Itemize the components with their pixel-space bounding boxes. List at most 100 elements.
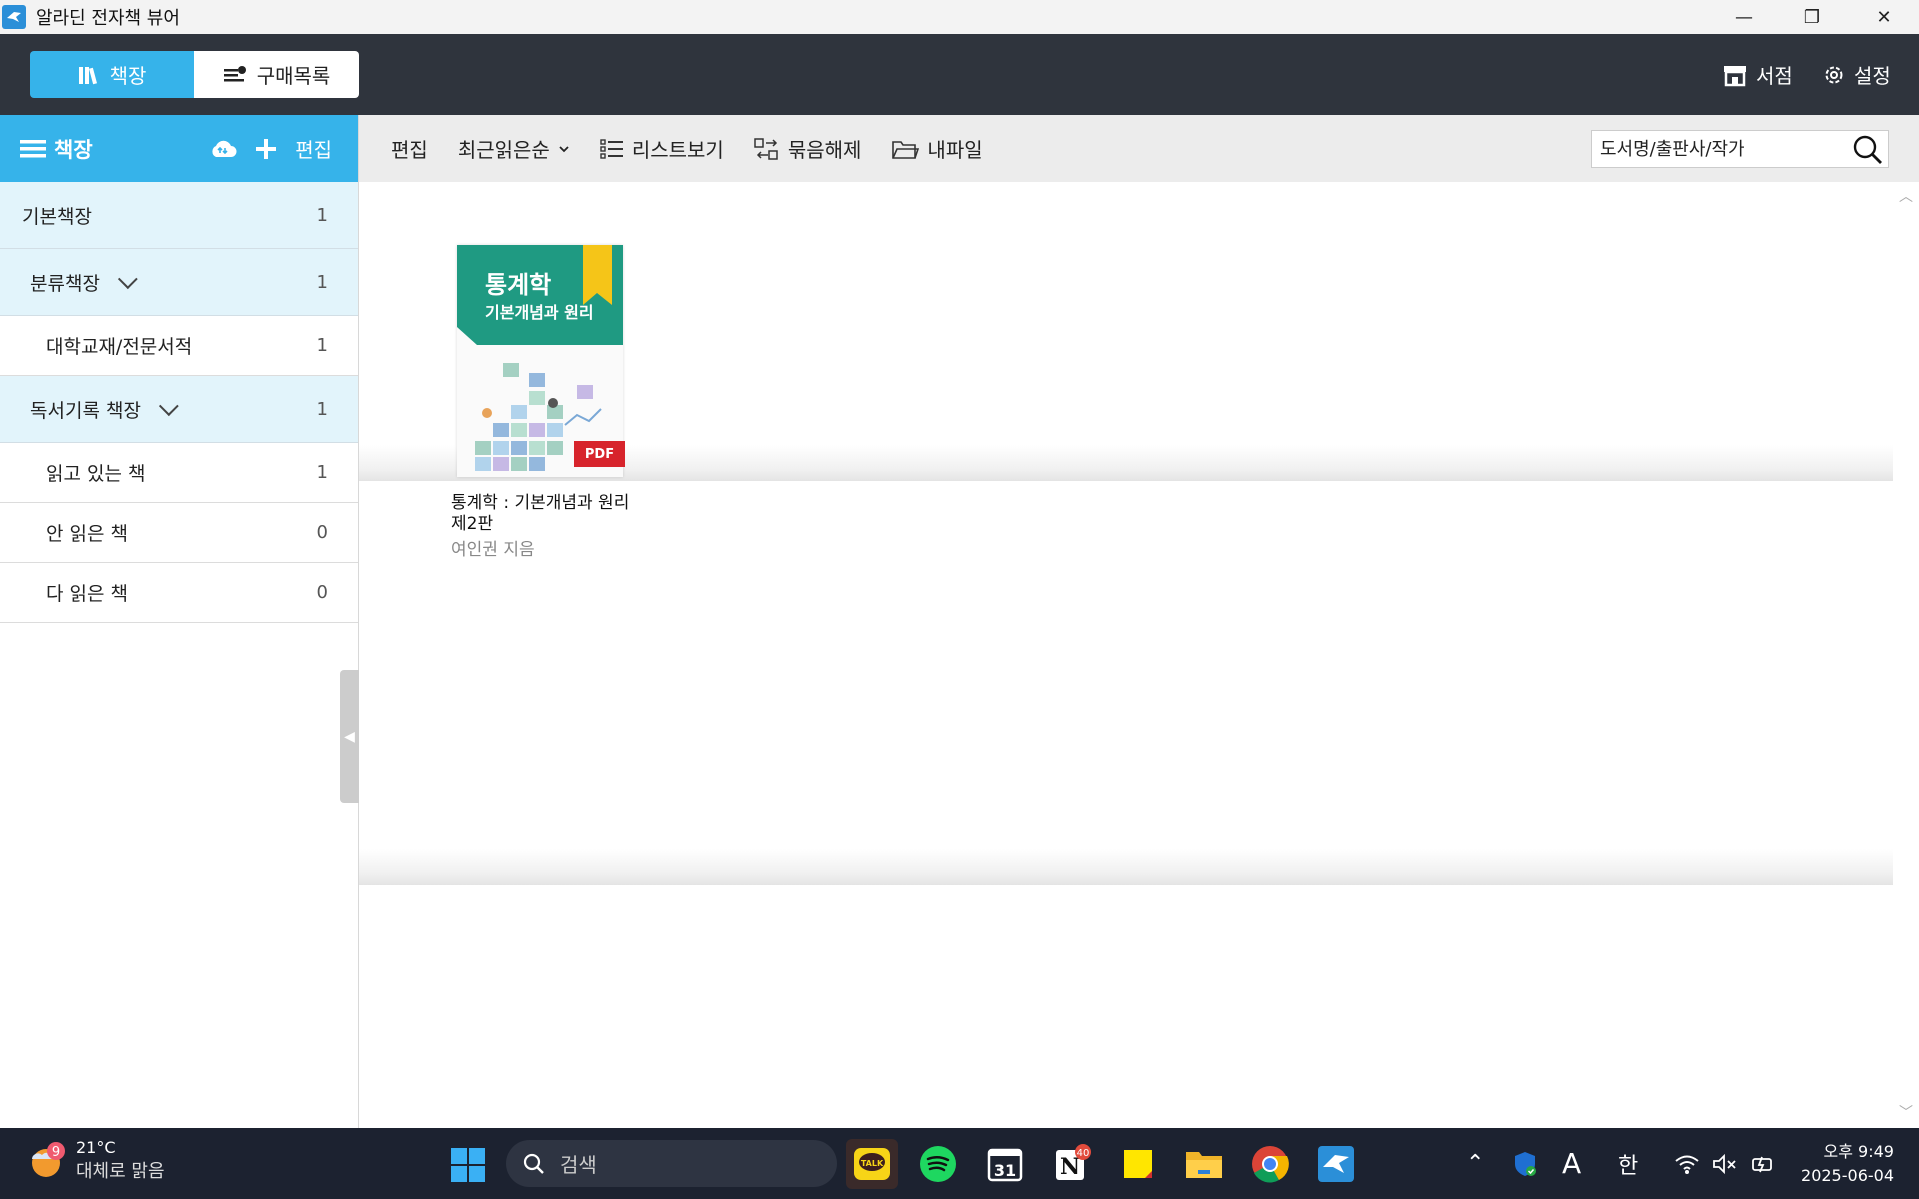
- security-tray[interactable]: [1512, 1128, 1538, 1199]
- spotify-app[interactable]: [912, 1139, 964, 1189]
- weather-widget[interactable]: 9 21°C 대체로 맑음: [26, 1138, 165, 1183]
- folder-icon: [1186, 1152, 1222, 1178]
- windows-start-icon[interactable]: [450, 1147, 486, 1183]
- kakaotalk-icon: TALK: [854, 1148, 890, 1180]
- folder-icon: [892, 140, 920, 159]
- sidebar-item-count: 1: [316, 398, 328, 420]
- sidebar-item-count: 1: [316, 271, 328, 293]
- taskbar-search[interactable]: 검색: [506, 1140, 837, 1187]
- sidebar-item-label: 대학교재/전문서적: [46, 336, 193, 358]
- book-item[interactable]: 통계학 기본개념과 원리 PDF: [457, 245, 625, 477]
- shelf-menu-button[interactable]: 책장: [20, 134, 93, 164]
- store-label: 서점: [1756, 64, 1793, 88]
- minimize-button[interactable]: —: [1710, 0, 1778, 34]
- store-icon: [1724, 65, 1746, 86]
- calendar-icon: 31: [987, 1148, 1023, 1182]
- sidebar-item-count: 1: [316, 335, 328, 356]
- search-input[interactable]: [1592, 138, 1842, 160]
- spotify-icon: [920, 1146, 956, 1182]
- sidebar-item-label: 분류책장: [30, 272, 100, 295]
- bookshelf-icon: [78, 66, 97, 84]
- list-view-button[interactable]: 리스트보기: [600, 134, 724, 163]
- weather-badge: 9: [52, 1145, 60, 1160]
- chevron-down-icon[interactable]: [158, 396, 179, 417]
- sidebar-item-reading[interactable]: 읽고 있는 책 1: [0, 443, 358, 503]
- tab-bookshelf[interactable]: 책장: [30, 51, 194, 98]
- shield-icon: [1515, 1151, 1536, 1176]
- ime-letter: A: [1562, 1147, 1582, 1180]
- sidebar-item-finished[interactable]: 다 읽은 책 0: [0, 563, 358, 623]
- chevron-down-icon: [559, 145, 569, 152]
- sticky-notes-app[interactable]: [1112, 1139, 1164, 1189]
- settings-button[interactable]: 설정: [1822, 34, 1891, 115]
- sidebar-collapse-handle[interactable]: ◀: [340, 670, 359, 803]
- weather-condition: 대체로 맑음: [76, 1161, 165, 1182]
- taskbar-clock[interactable]: 오후 9:49 2025-06-04: [1798, 1140, 1894, 1188]
- korean-ime-indicator[interactable]: 한: [1618, 1128, 1638, 1199]
- tab-purchases[interactable]: 구매목록: [194, 51, 359, 98]
- edit-button[interactable]: 편집: [391, 134, 428, 163]
- tab-bookshelf-label: 책장: [109, 64, 147, 88]
- close-button[interactable]: ✕: [1850, 0, 1918, 34]
- chevron-left-icon: ◀: [344, 728, 355, 745]
- search-icon: [523, 1153, 544, 1174]
- sidebar-item-textbooks[interactable]: 대학교재/전문서적 1: [0, 316, 358, 376]
- chrome-app[interactable]: [1244, 1139, 1296, 1189]
- notion-app[interactable]: N 40: [1046, 1139, 1098, 1189]
- sidebar-item-count: 0: [316, 582, 328, 603]
- scroll-up-icon[interactable]: ︿: [1899, 186, 1913, 206]
- window-title: 알라딘 전자책 뷰어: [36, 8, 180, 29]
- shelf-divider: [359, 849, 1893, 885]
- cover-title-line2: 기본개념과 원리: [485, 303, 594, 322]
- add-shelf-icon[interactable]: [255, 138, 277, 160]
- ime-korean: 한: [1618, 1153, 1639, 1179]
- aladin-ebook-app[interactable]: [1310, 1139, 1362, 1189]
- sort-dropdown[interactable]: 최근읽은순: [458, 134, 570, 163]
- sidebar-item-label: 안 읽은 책: [46, 523, 128, 545]
- chevron-down-icon[interactable]: [117, 269, 138, 290]
- kakaotalk-app[interactable]: TALK: [846, 1139, 898, 1189]
- sidebar-item-label: 읽고 있는 책: [46, 463, 146, 485]
- sidebar-item-reading-log-shelf[interactable]: 독서기록 책장 1: [0, 376, 358, 443]
- sidebar-item-label: 다 읽은 책: [46, 583, 128, 605]
- sidebar-item-count: 1: [316, 462, 328, 483]
- taskbar-search-label: 검색: [560, 1153, 597, 1177]
- sidebar-edit-button[interactable]: 편집: [295, 134, 332, 163]
- my-files-button[interactable]: 내파일: [891, 134, 983, 163]
- ungroup-button[interactable]: 묶음해제: [754, 134, 862, 163]
- system-tray-status[interactable]: [1674, 1128, 1776, 1199]
- book-title[interactable]: 통계학 : 기본개념과 원리 제2판: [451, 493, 641, 535]
- top-navigation: 책장 구매목록 서점 설정: [0, 34, 1919, 115]
- sidebar-item-unread[interactable]: 안 읽은 책 0: [0, 503, 358, 563]
- book-author: 여인권 지음: [451, 540, 535, 560]
- store-button[interactable]: 서점: [1722, 34, 1793, 115]
- chevron-up-icon: ⌃: [1466, 1151, 1485, 1176]
- book-search-box: [1591, 130, 1889, 168]
- notion-badge: 40: [1077, 1148, 1090, 1159]
- sidebar-item-label: 독서기록 책장: [30, 399, 141, 422]
- calendar-app[interactable]: 31: [979, 1139, 1031, 1189]
- sort-label: 최근읽은순: [457, 138, 550, 162]
- calendar-day: 31: [994, 1161, 1016, 1180]
- content-scrollbar[interactable]: ︿ ﹀: [1893, 182, 1919, 1128]
- sidebar-item-label: 기본책장: [22, 205, 92, 228]
- tray-overflow-button[interactable]: ⌃: [1466, 1128, 1484, 1199]
- chrome-icon: [1252, 1146, 1289, 1183]
- ime-mode-indicator[interactable]: A: [1562, 1128, 1581, 1199]
- file-explorer-app[interactable]: [1178, 1139, 1230, 1189]
- speaker-muted-icon: [1713, 1153, 1736, 1174]
- ungroup-label: 묶음해제: [787, 138, 862, 162]
- sidebar-item-category-shelf[interactable]: 분류책장 1: [0, 249, 358, 316]
- close-icon: ✕: [1876, 6, 1892, 28]
- edit-label: 편집: [391, 138, 428, 162]
- search-icon[interactable]: [1850, 133, 1884, 165]
- gear-icon: [1825, 66, 1843, 83]
- sidebar-item-default-shelf[interactable]: 기본책장 1: [0, 182, 358, 249]
- sidebar-header: 책장 편집: [0, 115, 358, 182]
- restore-button[interactable]: ❐: [1778, 0, 1846, 34]
- notion-icon: N 40: [1056, 1144, 1091, 1180]
- cloud-sync-icon[interactable]: [209, 138, 237, 160]
- sidebar-header-label: 책장: [54, 137, 93, 162]
- restore-icon: ❐: [1803, 6, 1821, 28]
- scroll-down-icon[interactable]: ﹀: [1899, 1102, 1913, 1122]
